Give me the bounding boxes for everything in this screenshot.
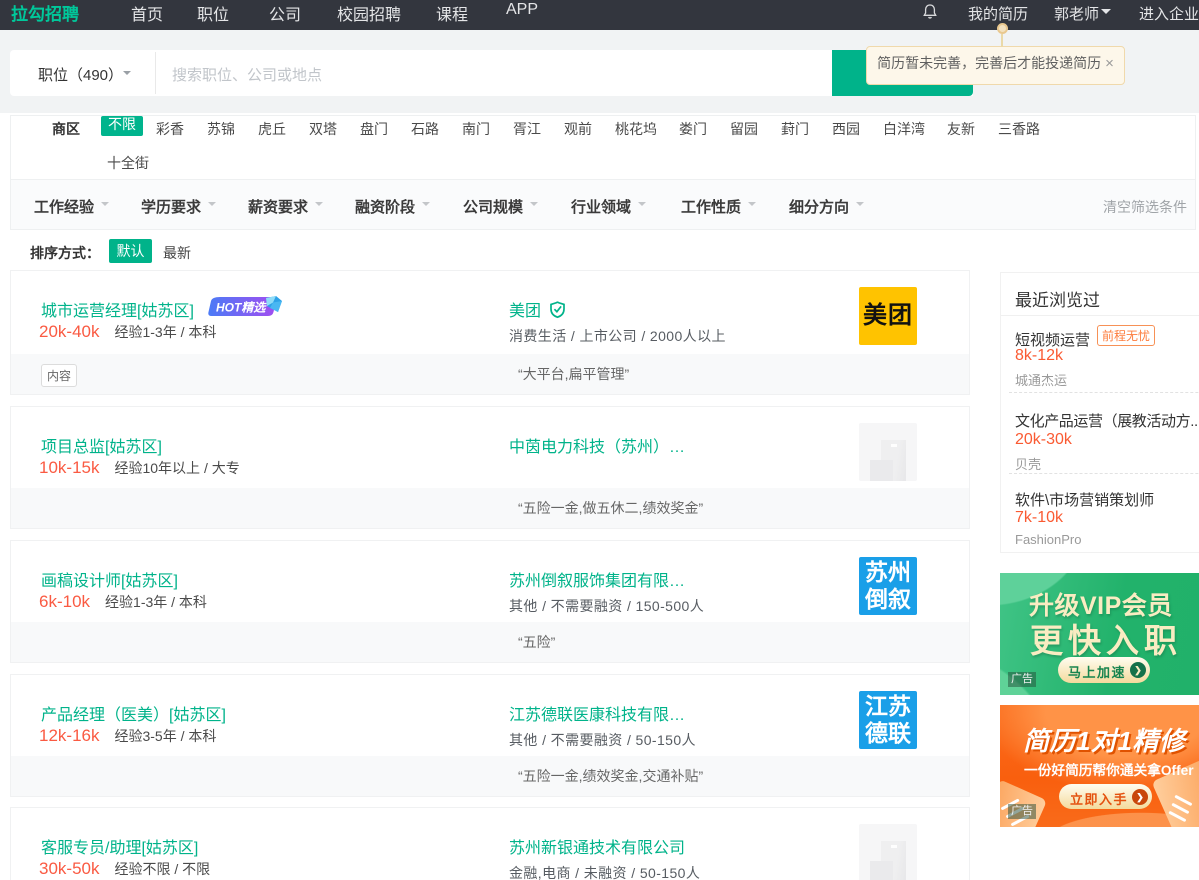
svg-text:HOT精选: HOT精选 bbox=[216, 301, 267, 315]
